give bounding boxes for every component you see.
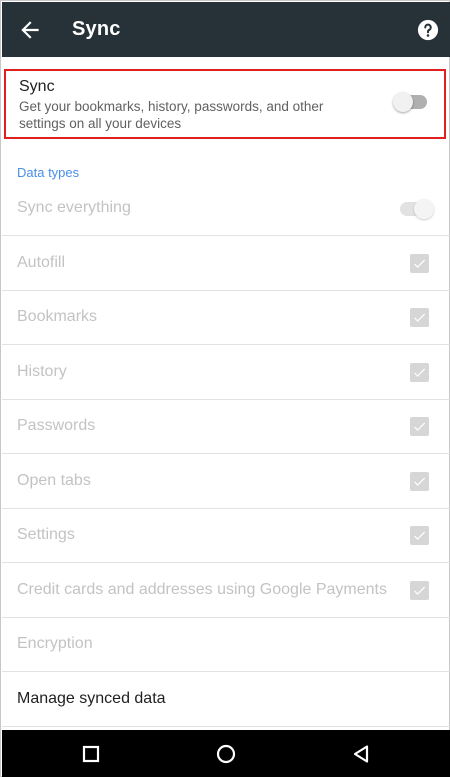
sync-title: Sync	[19, 78, 55, 95]
circle-icon[interactable]	[214, 742, 238, 766]
square-icon[interactable]	[79, 742, 103, 766]
check-icon	[414, 259, 426, 268]
app-bar: Sync	[2, 2, 450, 57]
arrow-left-icon[interactable]	[17, 17, 43, 43]
data-types-header: Data types	[17, 165, 80, 180]
checkbox[interactable]	[410, 363, 429, 382]
encryption-row[interactable]: Encryption	[2, 618, 450, 672]
data-type-row-bookmarks[interactable]: Bookmarks	[2, 291, 450, 345]
help-circle-icon[interactable]	[417, 19, 439, 41]
checkbox[interactable]	[410, 254, 429, 273]
sync-everything-row: Sync everything	[2, 182, 450, 236]
manage-synced-data-row[interactable]: Manage synced data	[2, 673, 450, 727]
data-type-row-open-tabs[interactable]: Open tabs	[2, 455, 450, 509]
checkbox[interactable]	[410, 308, 429, 327]
toggle-knob	[414, 199, 434, 219]
data-type-label: Passwords	[17, 417, 96, 434]
screen-frame: Sync Sync Get your bookmarks, history, p…	[0, 0, 450, 777]
data-type-label: Bookmarks	[17, 308, 98, 325]
check-icon	[414, 586, 426, 595]
data-type-label: Autofill	[17, 254, 66, 271]
data-type-row-history[interactable]: History	[2, 346, 450, 400]
data-type-row-settings[interactable]: Settings	[2, 509, 450, 563]
checkbox[interactable]	[410, 472, 429, 491]
manage-synced-data-label: Manage synced data	[17, 690, 166, 707]
check-icon	[414, 477, 426, 486]
system-nav-bar	[2, 730, 450, 777]
toggle-knob	[393, 92, 413, 112]
triangle-back-icon[interactable]	[350, 742, 374, 766]
sync-description: Get your bookmarks, history, passwords, …	[19, 99, 324, 131]
checkbox[interactable]	[410, 417, 429, 436]
data-type-label: Settings	[17, 526, 75, 543]
check-icon	[414, 368, 426, 377]
data-type-label: Credit cards and addresses using Google …	[17, 581, 387, 598]
page-title: Sync	[72, 18, 121, 40]
sync-toggle[interactable]	[393, 92, 427, 112]
data-type-row-autofill[interactable]: Autofill	[2, 237, 450, 291]
data-type-row-payments[interactable]: Credit cards and addresses using Google …	[2, 564, 450, 618]
data-type-row-passwords[interactable]: Passwords	[2, 400, 450, 454]
check-icon	[414, 313, 426, 322]
data-type-label: Open tabs	[17, 472, 91, 489]
encryption-label: Encryption	[17, 635, 93, 652]
check-icon	[414, 531, 426, 540]
check-icon	[414, 422, 426, 431]
data-type-label: History	[17, 363, 67, 380]
checkbox[interactable]	[410, 526, 429, 545]
checkbox[interactable]	[410, 581, 429, 600]
sync-everything-toggle[interactable]	[400, 199, 434, 219]
sync-master-setting[interactable]: Sync Get your bookmarks, history, passwo…	[4, 69, 446, 139]
sync-everything-label: Sync everything	[17, 199, 131, 216]
